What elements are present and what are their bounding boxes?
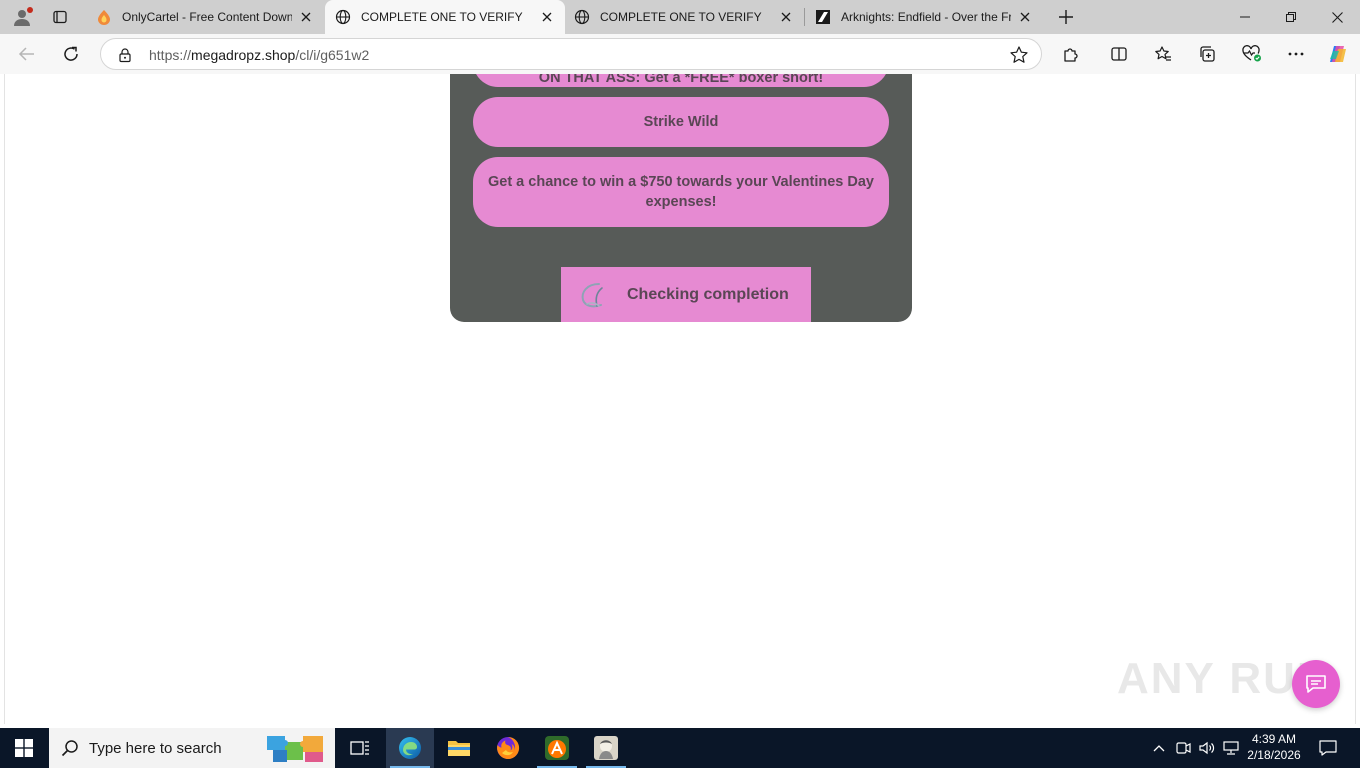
favorites-button[interactable] bbox=[1148, 40, 1178, 68]
url-host: megadropz.shop bbox=[191, 47, 296, 63]
clock-time: 4:39 AM bbox=[1251, 732, 1297, 746]
arknights-favicon-icon bbox=[815, 9, 831, 25]
search-highlight-puzzle-icon bbox=[267, 736, 323, 762]
globe-icon bbox=[335, 9, 351, 25]
taskbar-avast[interactable] bbox=[533, 728, 581, 768]
back-button[interactable] bbox=[12, 40, 42, 68]
browser-toolbar: https://megadropz.shop/cl/i/g651w2 bbox=[0, 34, 1360, 74]
tab-actions-button[interactable] bbox=[46, 5, 74, 29]
page-viewport: ON THAT ASS: Get a *FREE* boxer short! S… bbox=[4, 74, 1356, 724]
task-view-icon bbox=[350, 741, 369, 755]
favorites-star-list-icon bbox=[1155, 46, 1171, 61]
taskbar-edge[interactable] bbox=[386, 728, 434, 768]
copilot-icon bbox=[1330, 46, 1346, 62]
tray-network[interactable] bbox=[1220, 728, 1242, 768]
tray-meet-now[interactable] bbox=[1172, 728, 1194, 768]
edge-browser-icon bbox=[399, 737, 421, 759]
refresh-button[interactable] bbox=[56, 40, 86, 68]
url-text[interactable]: https://megadropz.shop/cl/i/g651w2 bbox=[149, 47, 369, 63]
minimize-button[interactable] bbox=[1222, 0, 1268, 34]
folder-icon bbox=[448, 741, 470, 756]
split-screen-button[interactable] bbox=[1104, 40, 1134, 68]
collections-icon bbox=[1200, 46, 1215, 62]
close-tab-icon[interactable] bbox=[1017, 9, 1033, 25]
tab-complete-verify-active[interactable]: COMPLETE ONE TO VERIFY bbox=[325, 0, 565, 34]
windows-taskbar: Type here to search 4:39 AM 2/18/2026 bbox=[0, 728, 1360, 768]
close-tab-icon[interactable] bbox=[778, 9, 794, 25]
restore-icon bbox=[1286, 12, 1296, 22]
heart-pulse-icon bbox=[1242, 45, 1261, 62]
checking-completion-status: Checking completion bbox=[561, 267, 811, 322]
taskbar-arknights-app[interactable] bbox=[582, 728, 630, 768]
url-path: /cl/i/g651w2 bbox=[295, 47, 370, 63]
system-clock[interactable]: 4:39 AM 2/18/2026 bbox=[1244, 731, 1304, 763]
browser-essentials-button[interactable] bbox=[1237, 40, 1267, 68]
minimize-icon bbox=[1240, 16, 1250, 18]
checking-completion-label: Checking completion bbox=[627, 285, 789, 303]
tab-strip: OnlyCartel - Free Content Downlo COMPLET… bbox=[0, 0, 1360, 34]
tab-complete-verify[interactable]: COMPLETE ONE TO VERIFY bbox=[564, 0, 804, 34]
collections-button[interactable] bbox=[1192, 40, 1222, 68]
plus-icon bbox=[1059, 10, 1073, 24]
spinner-icon bbox=[581, 282, 603, 307]
taskbar-search-box[interactable]: Type here to search bbox=[49, 728, 335, 768]
tab-onlycartel[interactable]: OnlyCartel - Free Content Downlo bbox=[86, 0, 324, 34]
offer-button-valentines[interactable]: Get a chance to win a $750 towards your … bbox=[473, 157, 889, 227]
profile-notification-dot bbox=[27, 7, 33, 13]
tab-title: Arknights: Endfield - Over the Fro bbox=[841, 10, 1011, 24]
notification-icon bbox=[1319, 740, 1337, 756]
tray-overflow-button[interactable] bbox=[1148, 728, 1170, 768]
tab-arknights[interactable]: Arknights: Endfield - Over the Fro bbox=[805, 0, 1043, 34]
puzzle-piece-icon bbox=[1064, 48, 1078, 62]
tab-title: OnlyCartel - Free Content Downlo bbox=[122, 10, 292, 24]
close-tab-icon[interactable] bbox=[298, 9, 314, 25]
new-tab-button[interactable] bbox=[1054, 5, 1078, 29]
more-dots-icon bbox=[1288, 52, 1304, 56]
search-icon bbox=[61, 740, 78, 757]
tray-volume[interactable] bbox=[1196, 728, 1218, 768]
profile-button[interactable] bbox=[8, 4, 36, 30]
avast-antivirus-icon bbox=[545, 736, 569, 760]
address-bar[interactable]: https://megadropz.shop/cl/i/g651w2 bbox=[100, 38, 1042, 70]
taskbar-firefox[interactable] bbox=[484, 728, 532, 768]
offer-button-boxer-short[interactable]: ON THAT ASS: Get a *FREE* boxer short! bbox=[473, 74, 889, 87]
camera-icon bbox=[1176, 742, 1191, 754]
close-tab-icon[interactable] bbox=[539, 9, 555, 25]
tab-actions-icon bbox=[53, 10, 67, 24]
restore-button[interactable] bbox=[1268, 0, 1314, 34]
back-arrow-icon bbox=[18, 47, 34, 61]
firefox-icon bbox=[497, 736, 520, 759]
task-view-button[interactable] bbox=[336, 728, 384, 768]
network-icon bbox=[1223, 741, 1239, 755]
tab-title: COMPLETE ONE TO VERIFY bbox=[361, 10, 523, 24]
lock-icon[interactable] bbox=[117, 47, 133, 63]
favorite-star-icon[interactable] bbox=[1009, 45, 1029, 65]
clock-date: 2/18/2026 bbox=[1247, 748, 1301, 762]
close-icon bbox=[1331, 11, 1343, 23]
onlycartel-favicon-icon bbox=[96, 9, 112, 25]
chevron-up-icon bbox=[1153, 745, 1165, 752]
search-placeholder: Type here to search bbox=[89, 739, 222, 757]
start-button[interactable] bbox=[0, 728, 48, 768]
chat-bubble-icon bbox=[1306, 675, 1326, 693]
speaker-icon bbox=[1199, 741, 1215, 755]
tab-title: COMPLETE ONE TO VERIFY bbox=[600, 10, 762, 24]
copilot-button[interactable] bbox=[1323, 40, 1353, 68]
arknights-app-icon bbox=[594, 736, 618, 760]
close-window-button[interactable] bbox=[1314, 0, 1360, 34]
chat-widget-button[interactable] bbox=[1292, 660, 1340, 708]
notification-center-button[interactable] bbox=[1310, 728, 1346, 768]
offer-panel: ON THAT ASS: Get a *FREE* boxer short! S… bbox=[450, 74, 912, 322]
windows-logo-icon bbox=[15, 739, 33, 757]
offer-button-strike-wild[interactable]: Strike Wild bbox=[473, 97, 889, 147]
split-screen-icon bbox=[1111, 47, 1127, 61]
url-scheme: https:// bbox=[149, 47, 192, 63]
settings-more-button[interactable] bbox=[1281, 40, 1311, 68]
taskbar-file-explorer[interactable] bbox=[435, 728, 483, 768]
globe-icon bbox=[574, 9, 590, 25]
extensions-button[interactable] bbox=[1056, 40, 1086, 68]
refresh-icon bbox=[64, 46, 78, 61]
